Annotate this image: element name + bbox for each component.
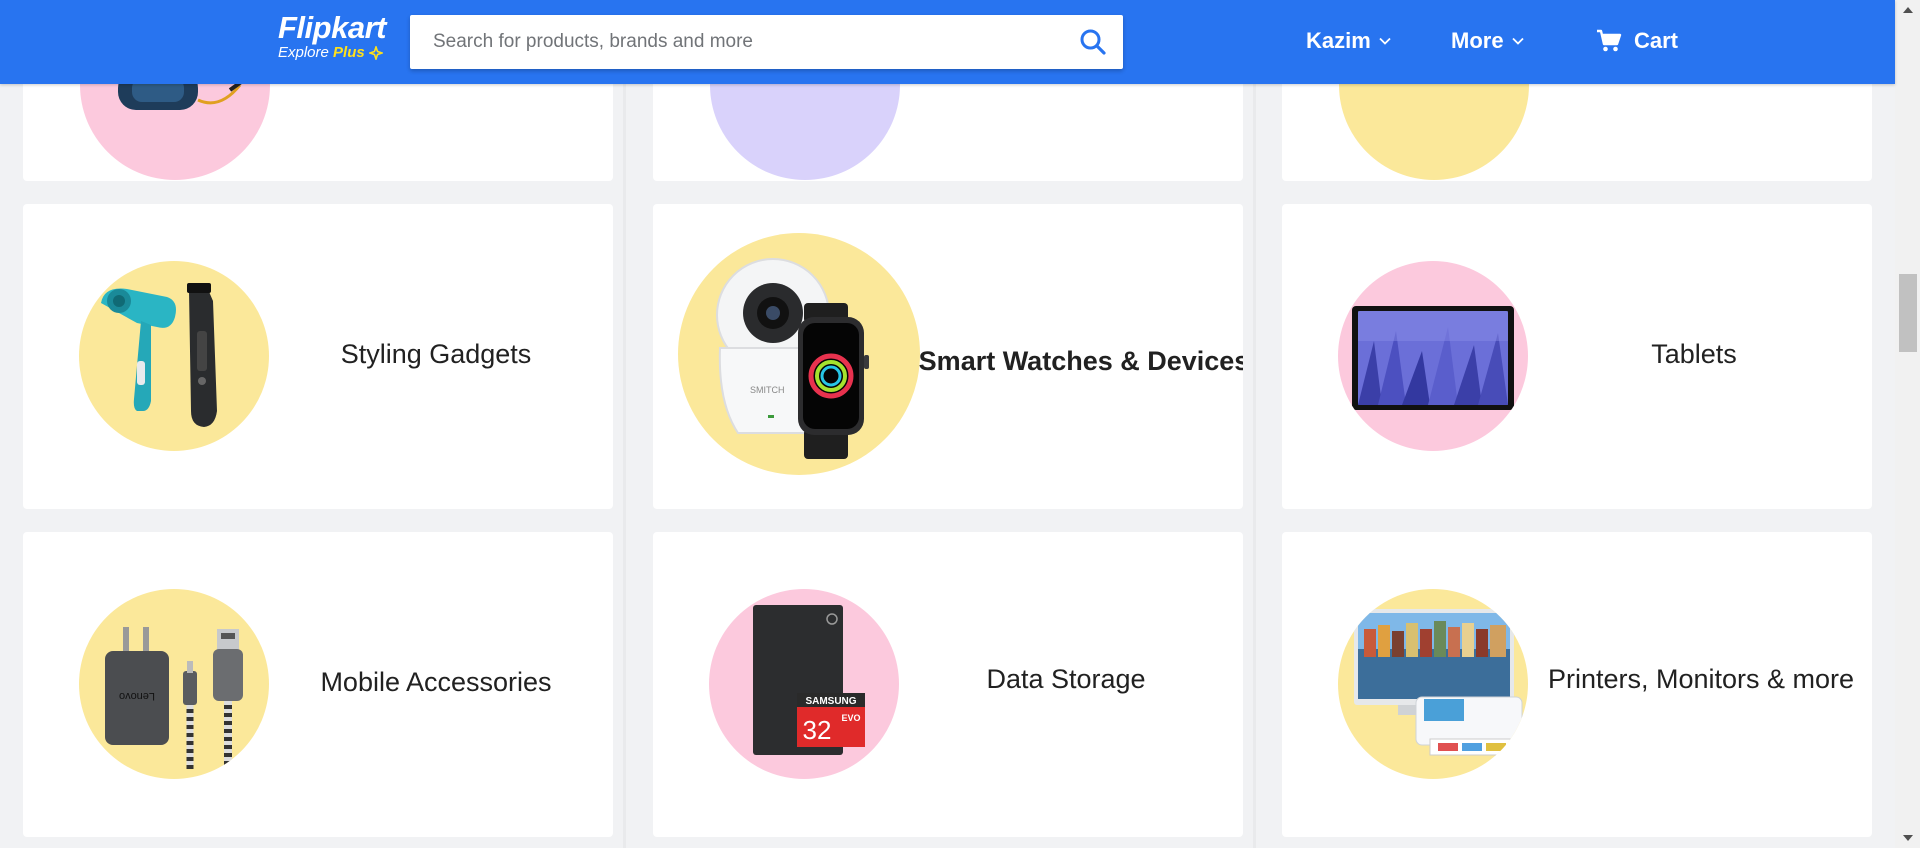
charger-brand-text: Lenovo (119, 690, 155, 702)
scroll-up-arrow-icon[interactable] (1895, 0, 1920, 20)
cart-icon (1597, 29, 1622, 52)
flipkart-logo[interactable]: Flipkart Explore Plus (278, 12, 386, 62)
camera-brand-text: SMITCH (750, 385, 785, 395)
category-label: Mobile Accessories (320, 667, 552, 697)
more-label: More (1451, 28, 1504, 53)
search-input[interactable] (410, 15, 1050, 69)
category-card-printers-monitors[interactable]: Printers, Monitors & more (1282, 532, 1872, 837)
tablet-icon (1338, 261, 1528, 451)
scroll-down-arrow-icon[interactable] (1895, 828, 1920, 848)
cart-label: Cart (1634, 28, 1679, 53)
category-label: Printers, Monitors & more (1547, 664, 1855, 694)
category-label: Smart Watches & Devices (918, 346, 1243, 376)
scroll-thumb[interactable] (1899, 274, 1917, 352)
chevron-down-icon (1511, 37, 1524, 45)
cart-link[interactable]: Cart (1596, 28, 1678, 54)
column-divider (623, 84, 626, 848)
smartwatch-camera-icon: SMITCH (678, 233, 920, 475)
category-label: Tablets (1651, 339, 1737, 369)
category-label: Data Storage (986, 664, 1146, 694)
plus-star-icon (368, 46, 383, 61)
category-card-tablets[interactable]: Tablets (1282, 204, 1872, 509)
chevron-down-icon (1379, 37, 1391, 45)
hard-drive-sdcard-icon: SAMSUNG 32 EVO (709, 589, 899, 779)
category-card-data-storage[interactable]: SAMSUNG 32 EVO Data Storage (653, 532, 1243, 837)
sdcard-capacity-text: 32 (803, 715, 832, 745)
search-bar (410, 15, 1123, 69)
sdcard-series-text: EVO (841, 713, 860, 723)
monitor-printer-icon (1338, 589, 1528, 779)
hair-dryer-trimmer-icon (79, 261, 269, 451)
column-divider (1253, 84, 1256, 848)
charger-cable-icon: Lenovo (79, 589, 269, 779)
logo-text: Flipkart (278, 10, 386, 45)
page-scrollbar[interactable] (1895, 0, 1920, 848)
logo-explore: Explore (278, 44, 329, 61)
user-menu[interactable]: Kazim (1306, 28, 1391, 54)
more-menu[interactable]: More (1451, 28, 1524, 54)
category-card-smart-watches[interactable]: SMITCH Smart Watches & Devices (653, 204, 1243, 509)
logo-subtext: Explore Plus (278, 44, 386, 62)
search-icon[interactable] (1079, 28, 1107, 56)
user-name: Kazim (1306, 28, 1371, 53)
category-card-mobile-accessories[interactable]: Lenovo Mobile Accessories (23, 532, 613, 837)
logo-plus: Plus (333, 44, 365, 61)
sdcard-brand-text: SAMSUNG (805, 696, 856, 707)
category-card-styling-gadgets[interactable]: Styling Gadgets (23, 204, 613, 509)
category-label: Styling Gadgets (340, 339, 532, 369)
top-header: Flipkart Explore Plus Kazim More (0, 0, 1895, 84)
